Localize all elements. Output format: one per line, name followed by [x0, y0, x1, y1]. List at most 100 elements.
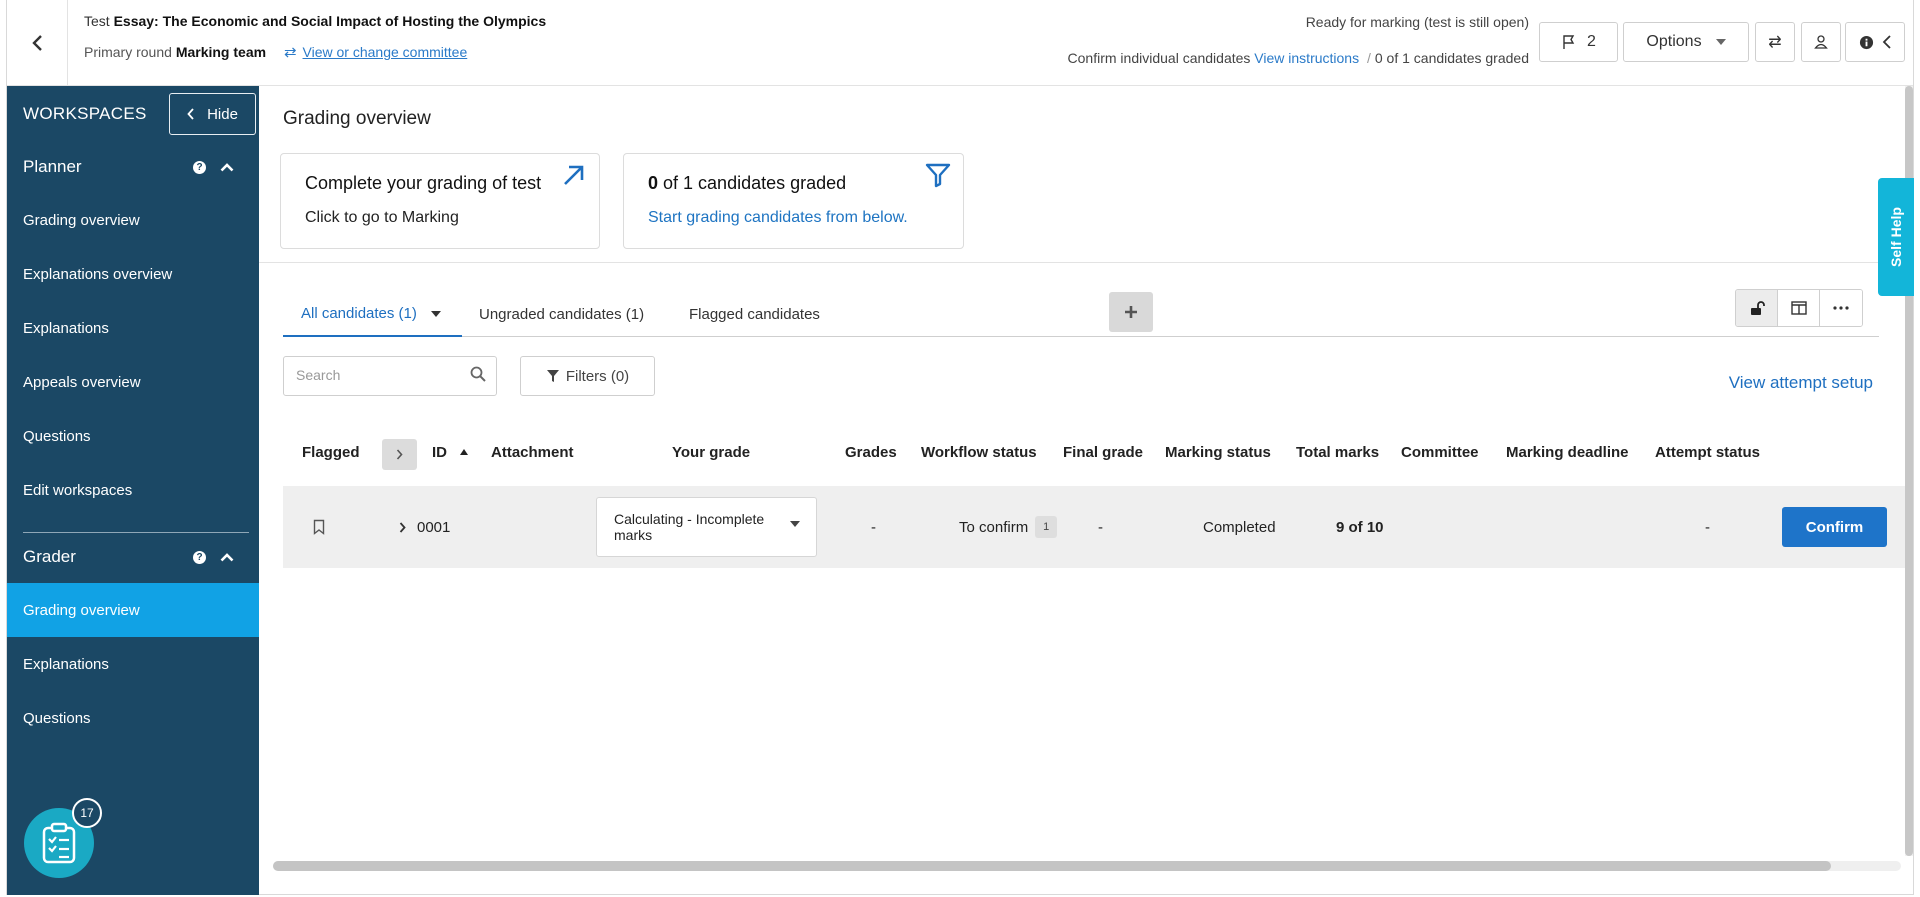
column-header-flagged[interactable]: Flagged	[302, 444, 360, 461]
sidebar-item-grader-questions[interactable]: Questions	[7, 691, 259, 745]
graded-summary-card[interactable]: 0 of 1 candidates graded Start grading c…	[623, 153, 964, 249]
more-button[interactable]	[1820, 290, 1862, 326]
sidebar-item-appeals-overview[interactable]: Appeals overview	[7, 355, 259, 409]
caret-down-icon	[790, 521, 800, 527]
flag-toggle[interactable]	[313, 486, 325, 568]
options-label: Options	[1646, 33, 1702, 50]
sidebar-item-edit-workspaces[interactable]: Edit workspaces	[7, 463, 259, 517]
scrollbar-thumb[interactable]	[273, 861, 1831, 871]
info-panel-button[interactable]	[1845, 22, 1905, 62]
your-grade-select[interactable]: Calculating - Incomplete marks	[596, 497, 817, 557]
section-grader-tools: ?	[193, 551, 234, 564]
workspaces-title: WORKSPACES	[23, 104, 147, 123]
filter-funnel-icon	[925, 163, 951, 188]
add-tab-button[interactable]	[1109, 292, 1153, 332]
view-instructions-link[interactable]: View instructions	[1254, 50, 1359, 66]
horizontal-scrollbar[interactable]	[273, 861, 1901, 871]
column-header-grades[interactable]: Grades	[845, 444, 897, 461]
chevron-up-icon[interactable]	[220, 553, 234, 562]
sort-ascending-icon	[460, 449, 469, 455]
complete-grading-card[interactable]: Complete your grading of test Click to g…	[280, 153, 600, 249]
sidebar-item-planner-explanations[interactable]: Explanations	[7, 301, 259, 355]
card-subtitle: Click to go to Marking	[305, 209, 459, 226]
tab-ungraded-candidates[interactable]: Ungraded candidates (1)	[479, 292, 644, 337]
tab-flagged-candidates[interactable]: Flagged candidates	[689, 292, 820, 337]
clipboard-checklist-icon	[42, 822, 76, 864]
column-header-marking-status[interactable]: Marking status	[1165, 444, 1271, 461]
candidate-tabs: All candidates (1) Ungraded candidates (…	[283, 292, 1879, 337]
column-header-label: ID	[432, 444, 447, 461]
sidebar-item-planner-questions[interactable]: Questions	[7, 409, 259, 463]
tab-all-candidates[interactable]: All candidates (1)	[283, 292, 462, 337]
columns-icon	[1790, 301, 1807, 315]
help-icon[interactable]: ?	[193, 551, 206, 564]
column-header-workflow-status[interactable]: Workflow status	[921, 444, 1037, 461]
flag-count-button[interactable]: 2	[1539, 22, 1618, 62]
main-content: Grading overview Complete your grading o…	[259, 86, 1913, 895]
top-bar: Test Essay: The Economic and Social Impa…	[7, 0, 1913, 86]
search-icon[interactable]	[470, 366, 486, 382]
swap-button[interactable]: ⇄	[1755, 22, 1795, 62]
column-header-total-marks[interactable]: Total marks	[1296, 444, 1379, 461]
graded-summary: 0 of 1 candidates graded	[1374, 50, 1529, 66]
hide-label: Hide	[207, 105, 238, 123]
section-grader-title: Grader	[23, 547, 76, 566]
marking-status-value: Completed	[1203, 518, 1276, 536]
sidebar-item-explanations-overview[interactable]: Explanations overview	[7, 247, 259, 301]
search-input[interactable]	[296, 357, 456, 393]
round-line: Primary round Marking team ⇄ View or chan…	[84, 43, 467, 61]
column-header-committee[interactable]: Committee	[1401, 444, 1479, 461]
chevron-left-icon	[1882, 35, 1891, 49]
card-title: Complete your grading of test	[305, 173, 542, 193]
confirm-button[interactable]: Confirm	[1782, 507, 1887, 547]
search-box	[283, 356, 497, 396]
column-header-id[interactable]: ID	[432, 444, 469, 461]
flag-icon	[1563, 35, 1575, 49]
unlock-columns-button[interactable]	[1736, 290, 1778, 326]
sidebar-item-grader-explanations[interactable]: Explanations	[7, 637, 259, 691]
expand-row-button[interactable]	[399, 486, 406, 568]
filter-icon	[546, 370, 559, 382]
user-icon	[1814, 35, 1828, 49]
hide-sidebar-button[interactable]: Hide	[169, 93, 256, 135]
self-help-tab[interactable]: Self Help	[1878, 178, 1914, 296]
self-help-label: Self Help	[1888, 207, 1904, 267]
back-button[interactable]	[7, 0, 68, 86]
column-header-attempt-status[interactable]: Attempt status	[1655, 444, 1760, 461]
user-button[interactable]	[1801, 22, 1841, 62]
test-title-line: Test Essay: The Economic and Social Impa…	[84, 13, 546, 29]
candidate-id: 0001	[417, 518, 451, 536]
sidebar-item-planner-grading-overview[interactable]: Grading overview	[7, 193, 259, 247]
help-icon[interactable]: ?	[193, 161, 206, 174]
flag-count: 2	[1587, 33, 1596, 50]
column-header-attachment[interactable]: Attachment	[491, 444, 574, 461]
confirm-line: Confirm individual candidates View instr…	[1068, 50, 1529, 66]
grades-value: -	[871, 518, 876, 536]
caret-down-icon	[430, 310, 441, 317]
card-subtitle: Start grading candidates from below.	[648, 209, 908, 226]
your-grade-value: Calculating - Incomplete marks	[614, 511, 765, 543]
final-grade-value: -	[1098, 518, 1103, 536]
workspaces-sidebar: WORKSPACES Hide Planner ? Grading overvi…	[7, 86, 259, 895]
column-header-marking-deadline[interactable]: Marking deadline	[1506, 444, 1629, 461]
columns-button[interactable]	[1778, 290, 1820, 326]
sidebar-divider	[23, 532, 249, 533]
section-divider	[259, 262, 1913, 263]
plus-icon	[1125, 306, 1137, 318]
view-attempt-setup-link[interactable]: View attempt setup	[1729, 373, 1873, 393]
options-dropdown[interactable]: Options	[1623, 22, 1749, 62]
graded-count: 0	[648, 173, 659, 193]
committee-link[interactable]: View or change committee	[303, 44, 468, 60]
column-header-final-grade[interactable]: Final grade	[1063, 444, 1143, 461]
column-header-your-grade[interactable]: Your grade	[672, 444, 750, 461]
chevron-up-icon[interactable]	[220, 163, 234, 172]
expand-all-button[interactable]	[382, 439, 417, 470]
tab-label: All candidates (1)	[301, 305, 417, 322]
swap-icon: ⇄	[1768, 34, 1782, 51]
test-title: Essay: The Economic and Social Impact of…	[113, 13, 547, 29]
sidebar-item-grader-grading-overview[interactable]: Grading overview	[7, 583, 259, 637]
task-count-badge: 17	[72, 798, 102, 828]
chevron-left-icon	[32, 35, 42, 51]
section-planner-title: Planner	[23, 157, 82, 176]
filters-button[interactable]: Filters (0)	[520, 356, 655, 396]
